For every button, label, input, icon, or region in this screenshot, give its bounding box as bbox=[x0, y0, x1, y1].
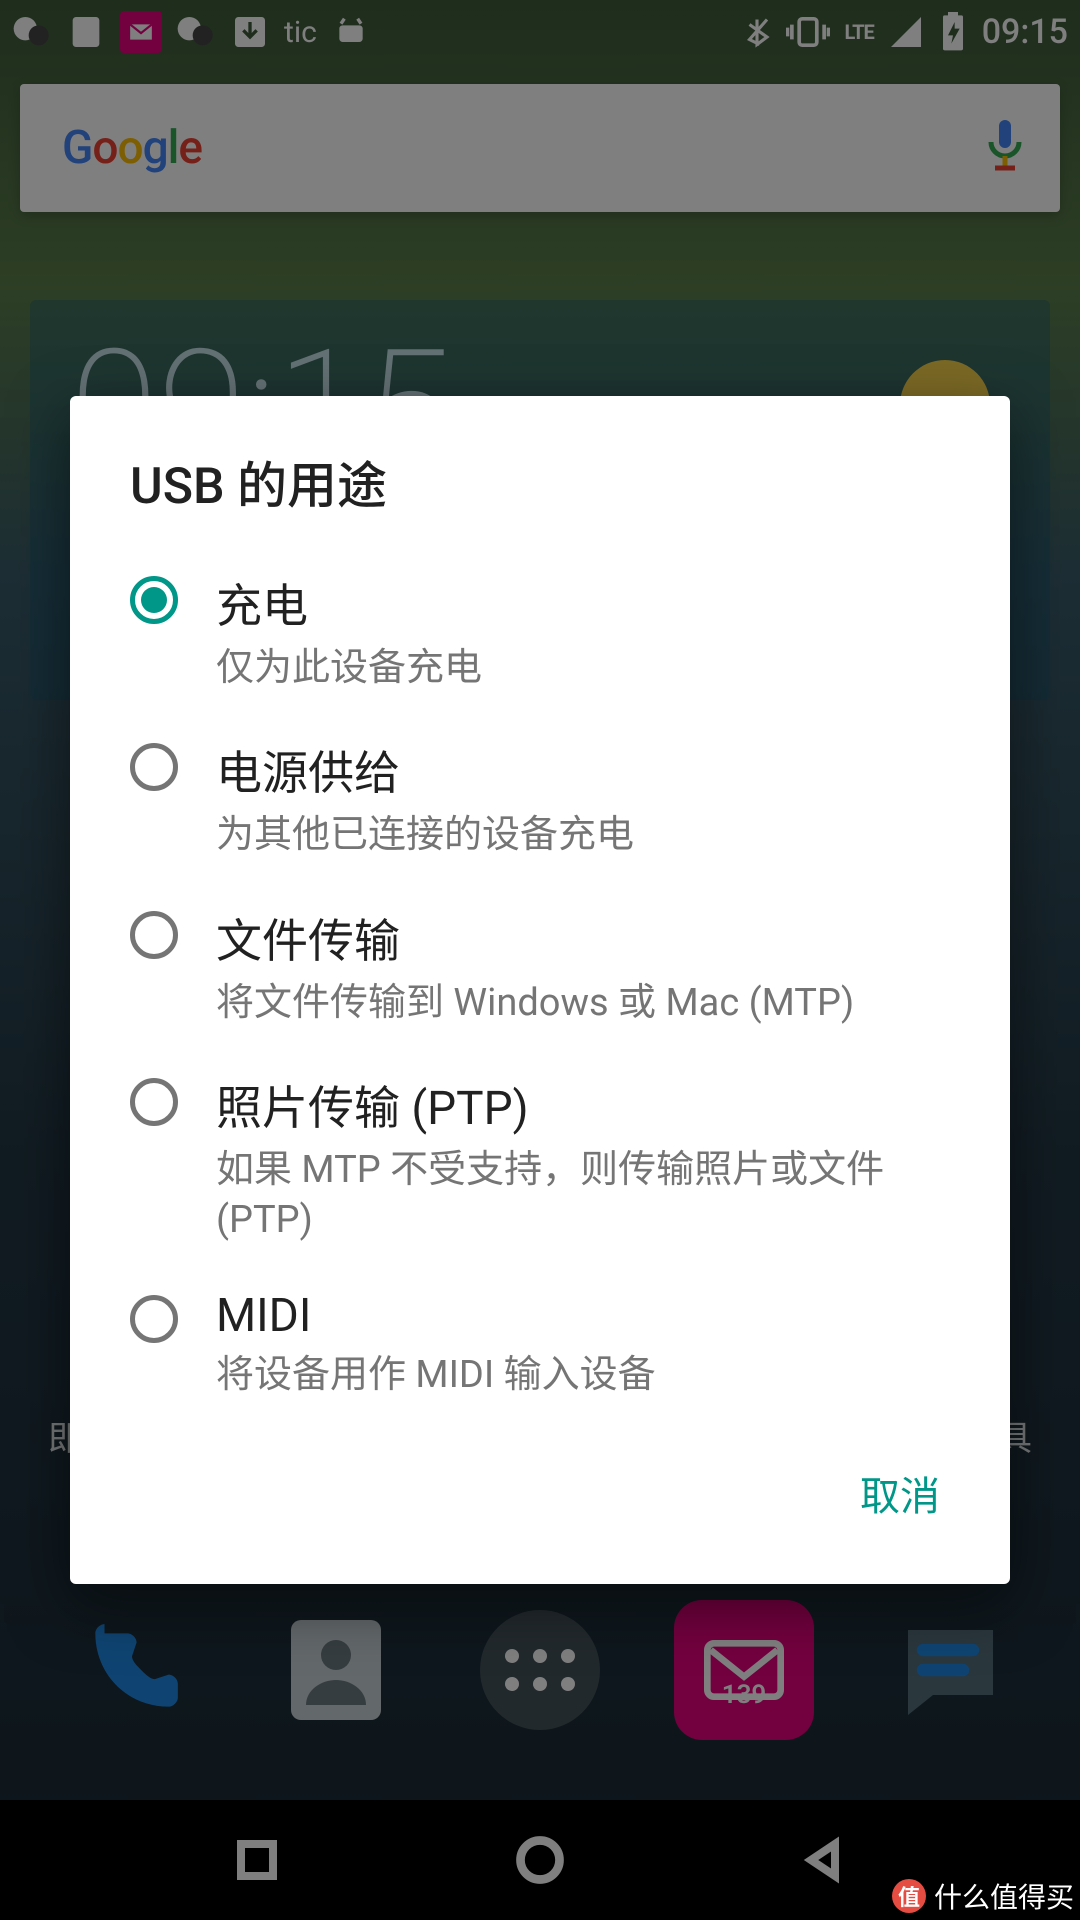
option-desc: 将设备用作 MIDI 输入设备 bbox=[216, 1351, 656, 1400]
home-screen: tic LTE 09:15 Google 09:15 即时休眠 影音工具 健康工… bbox=[0, 0, 1080, 1920]
option-label: MIDI bbox=[216, 1289, 656, 1343]
watermark-badge: 值 bbox=[892, 1879, 926, 1913]
option-desc: 将文件传输到 Windows 或 Mac (MTP) bbox=[216, 979, 854, 1028]
cancel-button[interactable]: 取消 bbox=[840, 1452, 960, 1534]
radio-icon bbox=[130, 911, 178, 959]
usb-option-file-transfer[interactable]: 文件传输 将文件传输到 Windows 或 Mac (MTP) bbox=[70, 883, 1010, 1050]
radio-selected-icon bbox=[130, 576, 178, 624]
usb-option-power-supply[interactable]: 电源供给 为其他已连接的设备充电 bbox=[70, 715, 1010, 882]
dialog-actions: 取消 bbox=[70, 1422, 1010, 1574]
watermark: 值 什么值得买 bbox=[892, 1876, 1074, 1916]
option-label: 文件传输 bbox=[216, 905, 854, 971]
option-label: 充电 bbox=[216, 570, 482, 636]
option-label: 电源供给 bbox=[216, 737, 634, 803]
radio-icon bbox=[130, 1078, 178, 1126]
watermark-text: 什么值得买 bbox=[934, 1876, 1074, 1916]
radio-icon bbox=[130, 743, 178, 791]
option-desc: 如果 MTP 不受支持，则传输照片或文件 (PTP) bbox=[216, 1146, 950, 1245]
usb-option-ptp[interactable]: 照片传输 (PTP) 如果 MTP 不受支持，则传输照片或文件 (PTP) bbox=[70, 1050, 1010, 1267]
option-label: 照片传输 (PTP) bbox=[216, 1072, 950, 1138]
dialog-title: USB 的用途 bbox=[70, 396, 1010, 548]
option-desc: 为其他已连接的设备充电 bbox=[216, 811, 634, 860]
usb-dialog: USB 的用途 充电 仅为此设备充电 电源供给 为其他已连接的设备充电 文件传输… bbox=[70, 396, 1010, 1584]
option-desc: 仅为此设备充电 bbox=[216, 644, 482, 693]
radio-icon bbox=[130, 1295, 178, 1343]
usb-option-charging[interactable]: 充电 仅为此设备充电 bbox=[70, 548, 1010, 715]
usb-option-midi[interactable]: MIDI 将设备用作 MIDI 输入设备 bbox=[70, 1267, 1010, 1422]
